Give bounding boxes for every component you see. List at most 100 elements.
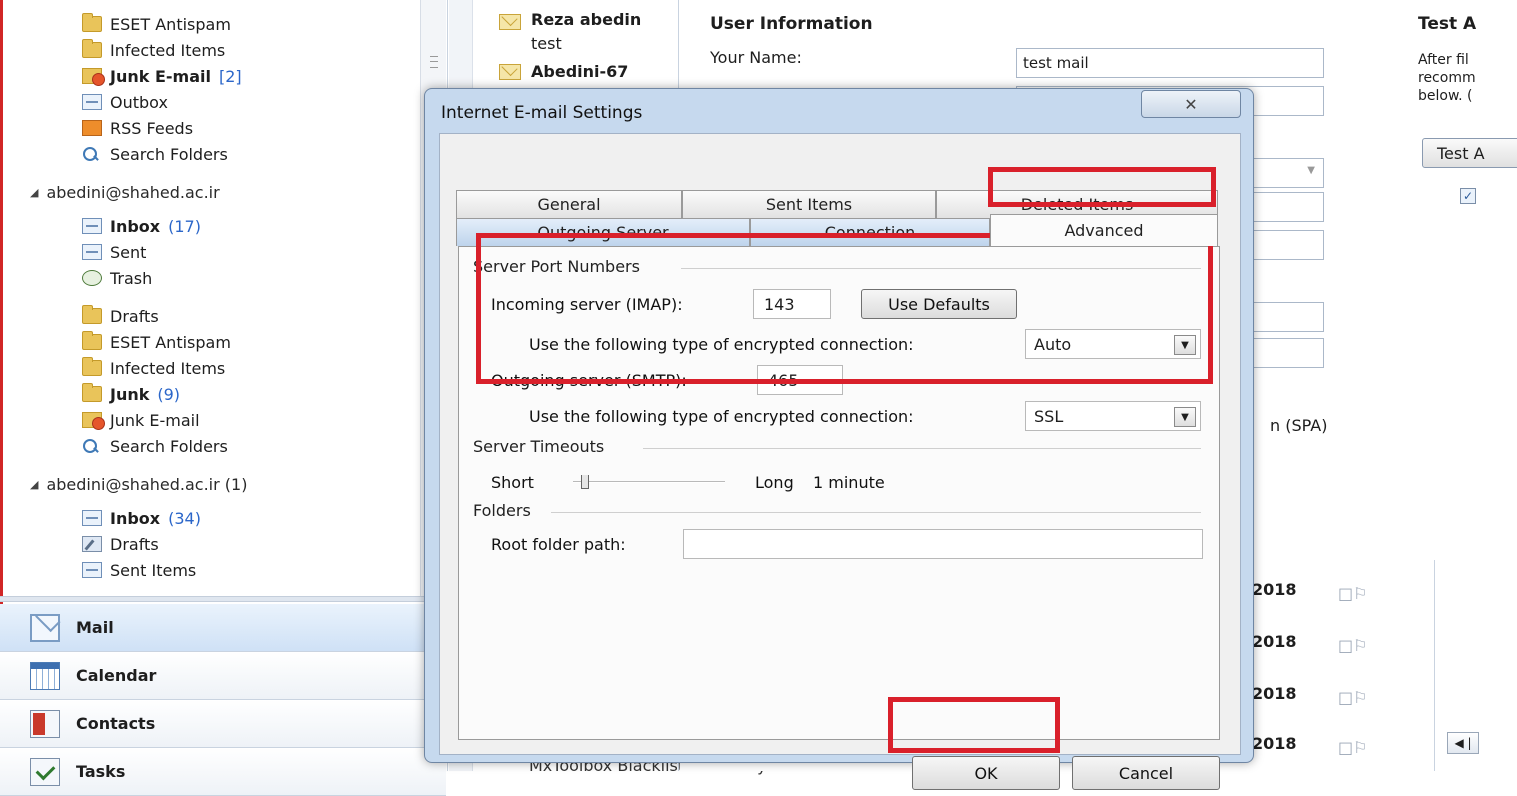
message-date: 2018 — [1252, 684, 1297, 703]
chevron-down-icon[interactable]: ▼ — [1174, 407, 1196, 427]
ok-button[interactable]: OK — [912, 756, 1060, 790]
mail-nav-button[interactable]: Mail — [0, 604, 446, 652]
tab-connection[interactable]: Connection — [750, 218, 990, 246]
test-checkbox[interactable]: ✓ — [1460, 188, 1476, 204]
calendar-nav-button[interactable]: Calendar — [0, 652, 446, 700]
message-subject[interactable]: test — [531, 34, 562, 53]
sent-icon — [82, 244, 102, 260]
folder-junk-email-2[interactable]: Junk E-mail — [82, 408, 200, 432]
chevron-down-icon[interactable]: ▼ — [1174, 335, 1196, 355]
timeout-slider-thumb[interactable] — [580, 475, 589, 489]
contacts-icon — [30, 709, 60, 738]
folder-eset-antispam[interactable]: ESET Antispam — [82, 12, 231, 36]
collapse-triangle-icon[interactable]: ◢ — [30, 478, 38, 491]
mail-icon — [30, 613, 60, 642]
use-defaults-button[interactable]: Use Defaults — [861, 289, 1017, 319]
folder-junk-email[interactable]: Junk E-mail [2] — [82, 64, 242, 88]
incoming-encryption-label: Use the following type of encrypted conn… — [529, 335, 914, 354]
server-timeouts-heading: Server Timeouts — [473, 437, 605, 456]
drafts-icon — [82, 536, 102, 552]
tab-outgoing-server[interactable]: Outgoing Server — [456, 218, 750, 246]
account-name: abedini@shahed.ac.ir (1) — [46, 474, 248, 494]
your-name-field[interactable]: test mail — [1016, 48, 1324, 78]
folder-label: Sent Items — [110, 560, 197, 580]
internet-email-settings-dialog: Internet E-mail Settings ✕ General Sent … — [424, 88, 1254, 790]
contacts-nav-button[interactable]: Contacts — [0, 700, 446, 748]
root-folder-input[interactable] — [683, 529, 1203, 559]
folder-outbox[interactable]: Outbox — [82, 90, 168, 114]
flag-icon[interactable]: □⚐ — [1338, 636, 1367, 655]
junk-folder-icon — [82, 68, 105, 86]
folder-sent-items[interactable]: Sent Items — [82, 558, 196, 582]
close-icon[interactable]: ✕ — [1141, 90, 1241, 118]
collapse-triangle-icon[interactable]: ◢ — [30, 186, 38, 199]
inbox-icon — [82, 218, 102, 234]
folder-label: Drafts — [110, 534, 159, 554]
test-description-line: below. ( — [1418, 88, 1473, 104]
folder-inbox-2[interactable]: Inbox (34) — [82, 506, 201, 530]
user-information-heading: User Information — [710, 14, 873, 34]
test-account-settings-button[interactable]: Test A — [1422, 138, 1517, 168]
account-header-1[interactable]: ◢ abedini@shahed.ac.ir — [30, 180, 220, 204]
long-label: Long — [755, 473, 794, 492]
short-label: Short — [491, 473, 534, 492]
folder-label: Search Folders — [110, 436, 228, 456]
mail-nav-label: Mail — [76, 618, 114, 637]
message-date: 2018 — [1252, 632, 1297, 651]
message-date: 2018 — [1252, 734, 1297, 753]
search-folder-icon — [82, 438, 102, 454]
folder-search-folders[interactable]: Search Folders — [82, 142, 228, 166]
tab-advanced[interactable]: Advanced — [990, 214, 1218, 246]
sent-icon — [82, 562, 102, 578]
folder-rss-feeds[interactable]: RSS Feeds — [82, 116, 193, 140]
tab-sent-items[interactable]: Sent Items — [682, 190, 936, 218]
incoming-encryption-select[interactable]: Auto ▼ — [1025, 329, 1201, 359]
folder-sent[interactable]: Sent — [82, 240, 146, 264]
message-sender[interactable]: Abedini-67 — [531, 62, 628, 81]
spa-label: n (SPA) — [1270, 416, 1328, 435]
dialog-body: General Sent Items Deleted Items Outgoin… — [439, 133, 1241, 790]
folder-infected-items-2[interactable]: Infected Items — [82, 356, 225, 380]
cancel-button[interactable]: Cancel — [1072, 756, 1220, 790]
calendar-icon — [30, 661, 60, 690]
calendar-nav-label: Calendar — [76, 666, 157, 685]
outgoing-encryption-select[interactable]: SSL ▼ — [1025, 401, 1201, 431]
scroll-left-icon[interactable]: ◀ | — [1447, 732, 1479, 754]
tasks-nav-label: Tasks — [76, 762, 126, 781]
root-folder-label: Root folder path: — [491, 535, 626, 554]
flag-icon[interactable]: □⚐ — [1338, 688, 1367, 707]
unread-count: (34) — [168, 508, 201, 528]
account-name: abedini@shahed.ac.ir — [46, 182, 220, 202]
folder-label: Junk E-mail — [110, 410, 200, 430]
outgoing-port-input[interactable]: 465 — [757, 365, 843, 395]
outgoing-encryption-value: SSL — [1034, 406, 1064, 426]
outbox-icon — [82, 94, 102, 110]
flag-icon[interactable]: □⚐ — [1338, 738, 1367, 757]
folder-search-folders-2[interactable]: Search Folders — [82, 434, 228, 458]
incoming-server-label: Incoming server (IMAP): — [491, 295, 683, 314]
folder-drafts-2[interactable]: Drafts — [82, 532, 159, 556]
folder-label: Trash — [110, 268, 153, 288]
tab-general[interactable]: General — [456, 190, 682, 218]
tasks-nav-button[interactable]: Tasks — [0, 748, 446, 796]
folder-trash[interactable]: Trash — [82, 266, 152, 290]
advanced-tab-panel: Server Port Numbers Incoming server (IMA… — [458, 246, 1220, 740]
folder-icon — [82, 39, 102, 58]
unread-count: (17) — [168, 216, 201, 236]
folder-eset-antispam-2[interactable]: ESET Antispam — [82, 330, 231, 354]
message-sender[interactable]: Reza abedin — [531, 10, 641, 29]
account-header-2[interactable]: ◢ abedini@shahed.ac.ir (1) — [30, 472, 247, 496]
group-divider — [681, 268, 1201, 269]
test-description-line: recomm — [1418, 70, 1476, 86]
navigation-pane: ESET Antispam Infected Items Junk E-mail… — [0, 0, 448, 796]
folder-junk[interactable]: Junk (9) — [82, 382, 180, 406]
timeout-slider-track[interactable] — [573, 481, 725, 483]
folder-drafts[interactable]: Drafts — [82, 304, 159, 328]
nav-splitter[interactable] — [0, 596, 448, 602]
folder-label: Outbox — [110, 92, 168, 112]
incoming-port-input[interactable]: 143 — [753, 289, 831, 319]
folder-infected-items[interactable]: Infected Items — [82, 38, 225, 62]
folder-inbox[interactable]: Inbox (17) — [82, 214, 201, 238]
rss-icon — [82, 120, 102, 136]
flag-icon[interactable]: □⚐ — [1338, 584, 1367, 603]
